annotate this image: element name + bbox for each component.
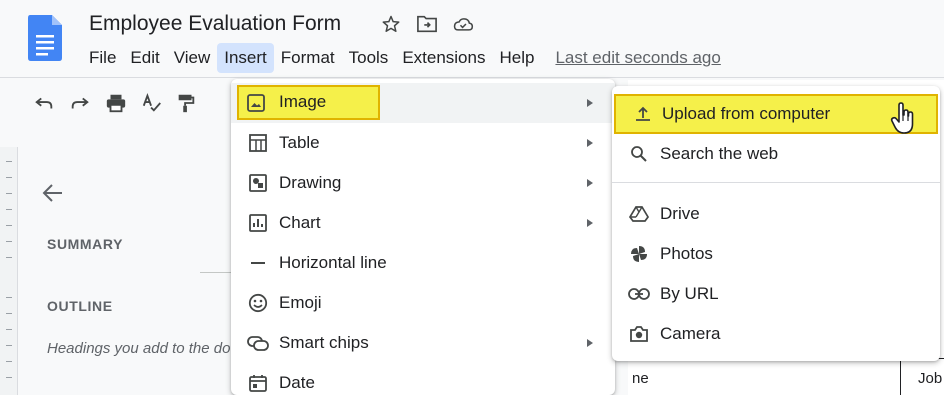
menu-item-label: Horizontal line — [279, 253, 387, 272]
submenu-arrow-icon — [587, 219, 593, 227]
submenu-item-label: By URL — [660, 284, 719, 303]
menu-item-label: Emoji — [279, 293, 322, 312]
summary-heading: SUMMARY — [47, 236, 124, 252]
menu-item-smart-chips[interactable]: Smart chips — [231, 323, 615, 363]
spellcheck-icon[interactable] — [140, 91, 164, 115]
submenu-arrow-icon — [587, 339, 593, 347]
cloud-saved-icon[interactable] — [452, 13, 474, 35]
submenu-item-search-the-web[interactable]: Search the web — [612, 134, 940, 174]
menu-item-label: Drawing — [279, 173, 342, 192]
image-icon — [247, 94, 267, 114]
drawing-icon — [247, 172, 269, 194]
submenu-arrow-icon — [587, 99, 593, 107]
link-icon — [628, 283, 650, 305]
menubar: File Edit View Insert Format Tools Exten… — [82, 42, 721, 74]
emoji-icon — [247, 292, 269, 314]
menu-help[interactable]: Help — [492, 43, 541, 73]
menu-item-label: Chart — [279, 213, 321, 232]
menu-tools[interactable]: Tools — [342, 43, 396, 73]
hand-cursor-icon — [890, 102, 914, 134]
last-edit-link[interactable]: Last edit seconds ago — [555, 48, 720, 68]
drive-icon — [628, 203, 650, 225]
menu-item-chart[interactable]: Chart — [231, 203, 615, 243]
submenu-arrow-icon — [587, 139, 593, 147]
vertical-ruler — [0, 147, 18, 395]
table-icon — [247, 132, 269, 154]
search-icon — [628, 143, 650, 165]
menu-edit[interactable]: Edit — [123, 43, 166, 73]
menu-item-table[interactable]: Table — [231, 123, 615, 163]
menu-extensions[interactable]: Extensions — [395, 43, 492, 73]
redo-icon[interactable] — [68, 91, 92, 115]
menu-item-drawing[interactable]: Drawing — [231, 163, 615, 203]
insert-menu: Image Table Drawing Chart Horizontal lin… — [231, 79, 615, 395]
menu-item-image-label[interactable]: Image — [279, 92, 326, 112]
date-icon — [247, 372, 269, 394]
submenu-item-label: Drive — [660, 204, 700, 223]
menu-format[interactable]: Format — [274, 43, 342, 73]
submenu-item-camera[interactable]: Camera — [612, 314, 940, 354]
horizontal-line-icon — [247, 252, 269, 274]
submenu-item-drive[interactable]: Drive — [612, 194, 940, 234]
submenu-item-label: Photos — [660, 244, 713, 263]
menu-item-label: Table — [279, 133, 320, 152]
menu-item-emoji[interactable]: Emoji — [231, 283, 615, 323]
menu-item-date[interactable]: Date — [231, 363, 615, 395]
summary-divider — [200, 272, 233, 273]
submenu-item-label: Camera — [660, 324, 721, 343]
table-cell-text: Job — [918, 370, 943, 387]
outline-heading: OUTLINE — [47, 298, 113, 314]
menu-item-label: Date — [279, 373, 315, 392]
undo-icon[interactable] — [32, 91, 56, 115]
menu-item-horizontal-line[interactable]: Horizontal line — [231, 243, 615, 283]
document-title[interactable]: Employee Evaluation Form — [89, 12, 341, 36]
upload-icon — [632, 103, 654, 125]
submenu-item-photos[interactable]: Photos — [612, 234, 940, 274]
submenu-divider — [612, 182, 940, 183]
camera-icon — [628, 323, 650, 345]
paint-format-icon[interactable] — [174, 91, 198, 115]
smart-chips-icon — [247, 332, 269, 354]
chart-icon — [247, 212, 269, 234]
table-cell-text: ne — [632, 370, 649, 387]
submenu-item-label: Upload from computer — [662, 104, 831, 123]
submenu-arrow-icon — [587, 179, 593, 187]
star-icon[interactable] — [380, 13, 402, 35]
submenu-item-label: Search the web — [660, 144, 779, 163]
menu-insert[interactable]: Insert — [217, 43, 274, 73]
photos-icon — [628, 243, 650, 265]
menu-file[interactable]: File — [82, 43, 123, 73]
submenu-item-by-url[interactable]: By URL — [612, 274, 940, 314]
back-arrow-icon[interactable] — [40, 180, 66, 206]
move-to-folder-icon[interactable] — [416, 13, 438, 35]
docs-logo-icon[interactable] — [28, 15, 62, 61]
outline-hint: Headings you add to the document will ap… — [47, 340, 233, 357]
menu-view[interactable]: View — [167, 43, 218, 73]
print-icon[interactable] — [104, 91, 128, 115]
menu-item-label: Smart chips — [279, 333, 369, 352]
